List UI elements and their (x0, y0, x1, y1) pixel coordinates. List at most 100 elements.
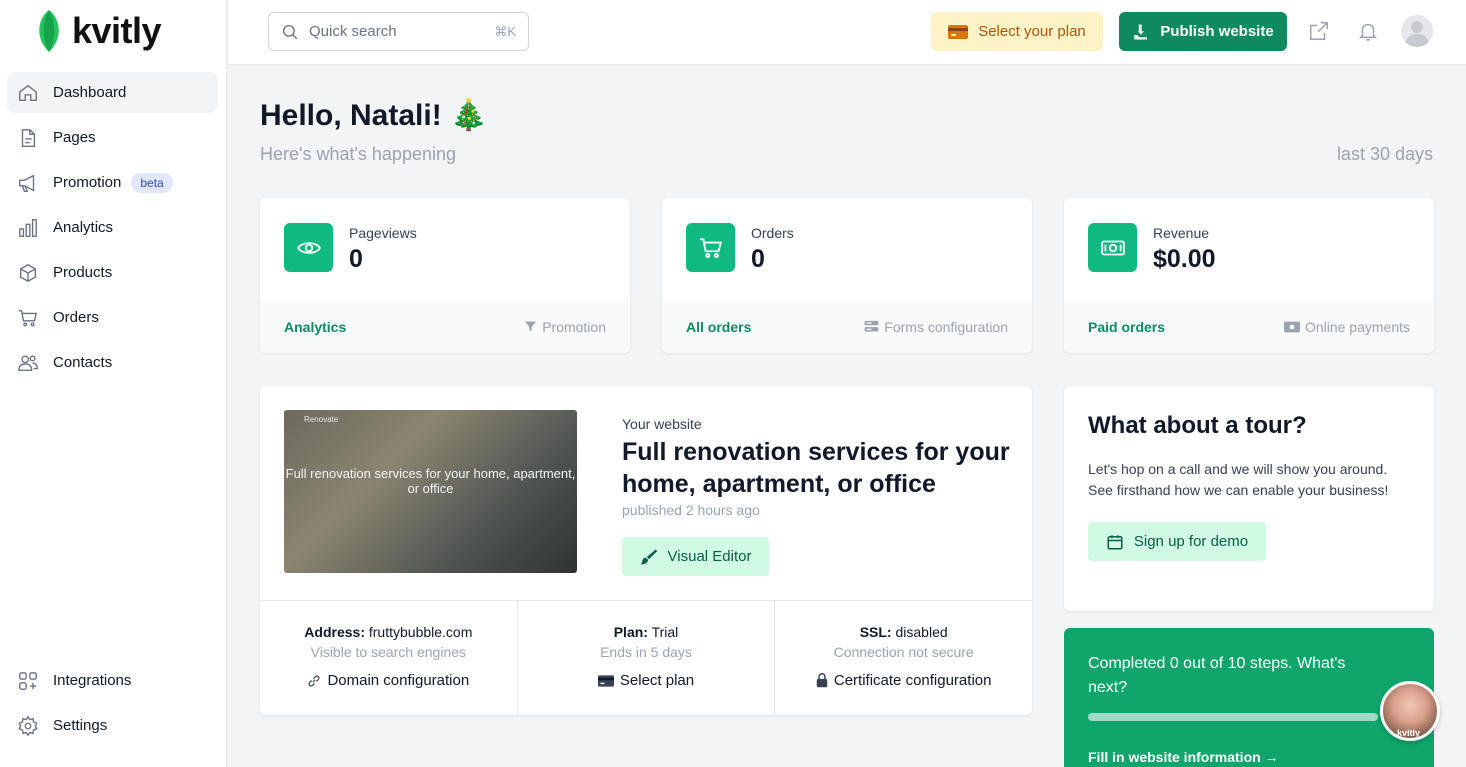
website-label: Your website (622, 416, 702, 432)
ssl-value: disabled (895, 624, 948, 640)
website-card: Renovate Full renovation services for yo… (260, 386, 1032, 715)
all-orders-link[interactable]: All orders (686, 319, 751, 335)
ssl-note: Connection not secure (833, 644, 974, 660)
tour-card: What about a tour? Let's hop on a call a… (1064, 386, 1434, 611)
onboarding-steps-card: Completed 0 out of 10 steps. What's next… (1064, 628, 1434, 767)
select-plan-link-label: Select plan (619, 672, 695, 689)
sidebar-item-label: Orders (53, 309, 99, 326)
domain-configuration-link[interactable]: Domain configuration (260, 672, 517, 689)
publish-website-label: Publish website (1160, 23, 1274, 40)
promotion-link-label: Promotion (542, 318, 606, 335)
tour-title: What about a tour? (1088, 412, 1307, 439)
search-placeholder: Quick search (309, 23, 397, 40)
sidebar-item-contacts[interactable]: Contacts (7, 342, 218, 383)
stat-label: Revenue (1153, 225, 1210, 241)
sidebar-item-label: Contacts (53, 354, 113, 371)
page-subtitle: Here's what's happening (260, 144, 456, 164)
sidebar-item-pages[interactable]: Pages (7, 117, 218, 158)
plan-cell: Plan: Trial Ends in 5 days Select plan (518, 601, 776, 715)
visual-editor-label: Visual Editor (667, 548, 752, 565)
topbar: Quick search ⌘K Select your plan Publish… (228, 0, 1466, 65)
document-icon (21, 128, 36, 147)
sidebar-item-integrations[interactable]: Integrations (7, 660, 218, 701)
select-plan-link[interactable]: Select plan (518, 672, 775, 689)
sign-up-demo-button[interactable]: Sign up for demo (1088, 522, 1266, 561)
steps-title: Completed 0 out of 10 steps. What's next… (1088, 655, 1346, 696)
tour-text: Let's hop on a call and we will show you… (1088, 461, 1389, 498)
plan-note: Ends in 5 days (600, 644, 692, 660)
certificate-configuration-link[interactable]: Certificate configuration (775, 672, 1032, 689)
users-icon (18, 354, 38, 371)
forms-configuration-link[interactable]: Forms configuration (864, 319, 1008, 335)
select-plan-button[interactable]: Select your plan (931, 12, 1103, 51)
sidebar-item-orders[interactable]: Orders (7, 297, 218, 338)
publish-hand-icon (1134, 24, 1148, 39)
box-icon (19, 263, 37, 282)
beta-badge: beta (131, 172, 173, 193)
megaphone-icon (19, 174, 35, 192)
promotion-link[interactable]: Promotion (524, 319, 606, 335)
money-icon (1100, 240, 1125, 255)
stat-footer: Analytics Promotion (260, 300, 630, 353)
filter-icon (525, 321, 537, 332)
stat-label: Pageviews (349, 225, 417, 241)
stat-value: 0 (349, 245, 363, 273)
website-preview-thumbnail[interactable]: Renovate Full renovation services for yo… (284, 410, 577, 573)
leaf-logo-icon (39, 10, 59, 52)
banknote-icon (1283, 321, 1300, 332)
visual-editor-button[interactable]: Visual Editor (622, 537, 769, 576)
online-payments-link[interactable]: Online payments (1283, 318, 1410, 335)
external-link-icon[interactable] (1308, 20, 1330, 42)
analytics-link[interactable]: Analytics (284, 319, 346, 335)
sidebar-item-promotion[interactable]: Promotion beta (7, 162, 218, 203)
thumbnail-brand: Renovate (304, 415, 339, 424)
published-time: published 2 hours ago (622, 502, 760, 518)
fill-website-info-link[interactable]: Fill in website information → (1088, 749, 1410, 765)
plan-label: Plan: (613, 624, 648, 640)
sidebar-item-analytics[interactable]: Analytics (7, 207, 218, 248)
support-chat-avatar[interactable]: kvitly (1380, 681, 1440, 741)
sidebar-item-products[interactable]: Products (7, 252, 218, 293)
date-range-selector[interactable]: last 30 days (1337, 144, 1433, 165)
plan-value: Trial (651, 624, 679, 640)
sidebar-item-settings[interactable]: Settings (7, 705, 218, 746)
search-input[interactable]: Quick search ⌘K (268, 12, 529, 51)
stat-card-pageviews: Pageviews 0 Analytics Promotion (260, 198, 630, 353)
stat-icon-box (686, 223, 735, 272)
sidebar-item-label: Analytics (53, 219, 114, 236)
sidebar: kvitly Dashboard Pages Promotion beta An… (0, 0, 227, 767)
chat-avatar-text: kvitly (1397, 728, 1421, 738)
website-details: Address: fruttybubble.com Visible to sea… (260, 600, 1032, 715)
ssl-cell: SSL: disabled Connection not secure Cert… (775, 601, 1032, 715)
sidebar-item-label: Dashboard (53, 84, 127, 101)
home-icon (19, 84, 37, 101)
online-payments-label: Online payments (1304, 318, 1410, 335)
sign-up-demo-label: Sign up for demo (1133, 533, 1249, 550)
sidebar-item-dashboard[interactable]: Dashboard (7, 72, 218, 113)
logo[interactable]: kvitly (36, 10, 162, 52)
page-title: Hello, Natali! 🎄 (260, 99, 488, 132)
credit-card-icon (948, 24, 969, 39)
address-cell: Address: fruttybubble.com Visible to sea… (260, 601, 518, 715)
publish-website-button[interactable]: Publish website (1119, 12, 1287, 51)
website-info: Your website Full renovation services fo… (622, 416, 1012, 576)
user-avatar[interactable] (1401, 15, 1433, 47)
cart-icon (18, 309, 38, 326)
paid-orders-link[interactable]: Paid orders (1088, 319, 1165, 335)
stat-icon-box (1088, 223, 1137, 272)
stat-card-revenue: Revenue $0.00 Paid orders Online payment… (1064, 198, 1434, 353)
stat-card-orders: Orders 0 All orders Forms configuration (662, 198, 1032, 353)
bell-icon[interactable] (1357, 20, 1379, 42)
sidebar-item-label: Settings (53, 717, 108, 734)
integrations-icon (19, 671, 37, 690)
steps-progress-bar (1088, 713, 1378, 721)
search-icon (282, 24, 298, 39)
bar-chart-icon (19, 218, 37, 237)
thumbnail-headline: Full renovation services for your home, … (285, 466, 576, 496)
credit-card-icon (597, 674, 614, 687)
address-value: fruttybubble.com (368, 624, 473, 640)
address-note: Visible to search engines (310, 644, 467, 660)
logo-wordmark: kvitly (72, 10, 162, 51)
user-icon (1405, 21, 1429, 47)
forms-configuration-label: Forms configuration (884, 318, 1008, 335)
